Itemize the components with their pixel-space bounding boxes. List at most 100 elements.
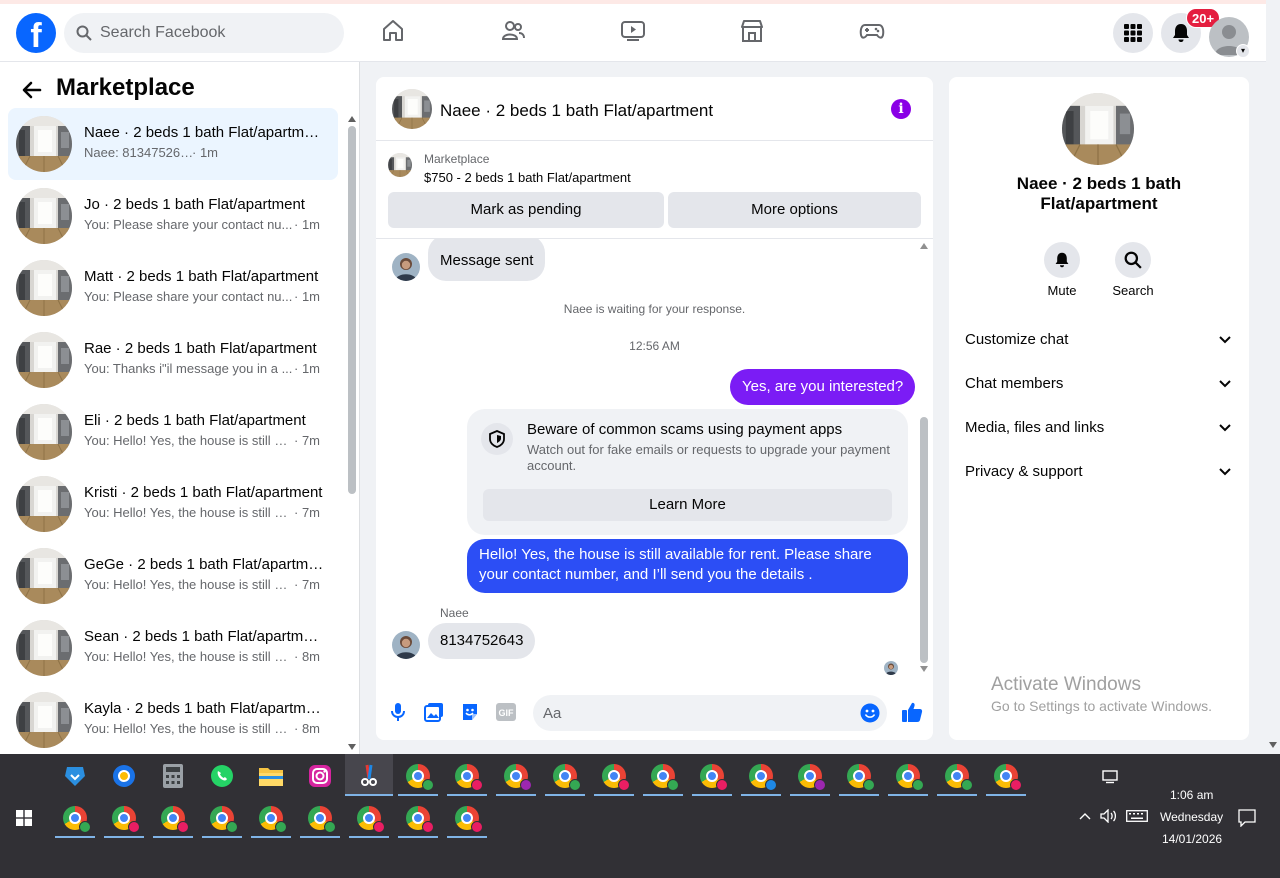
gif-icon[interactable]: GIF <box>496 702 516 722</box>
taskbar-app-calculator[interactable] <box>153 756 193 796</box>
volume-icon[interactable] <box>1100 809 1118 823</box>
microphone-icon[interactable] <box>388 702 408 722</box>
keyboard-icon[interactable] <box>1126 810 1148 822</box>
chrome-icon <box>406 806 434 833</box>
taskbar-app-viber[interactable] <box>55 756 95 796</box>
taskbar-app-chrome[interactable] <box>986 756 1026 796</box>
details-section-row[interactable]: Media, files and links <box>965 407 1235 447</box>
taskbar-app-chrome[interactable] <box>447 756 487 796</box>
taskbar-app-chrome[interactable] <box>202 798 242 838</box>
chrome-icon <box>700 764 728 791</box>
shield-icon <box>481 423 513 455</box>
chat-scroll-thumb[interactable] <box>920 417 928 663</box>
scroll-up-arrow[interactable] <box>348 116 356 122</box>
scroll-down-arrow[interactable] <box>920 666 928 672</box>
emoji-icon[interactable] <box>860 703 880 723</box>
info-icon[interactable]: i <box>891 99 911 119</box>
details-section-row[interactable]: Chat members <box>965 363 1235 403</box>
taskbar-app-chrome[interactable] <box>300 798 340 838</box>
taskbar-app-chrome[interactable] <box>104 798 144 838</box>
conversation-item[interactable]: Kayla · 2 beds 1 bath Flat/apartment You:… <box>8 684 338 754</box>
chrome-icon <box>798 764 826 791</box>
scroll-down-arrow[interactable] <box>348 744 356 750</box>
windows-start-icon[interactable] <box>16 810 32 826</box>
taskbar-clock-time[interactable]: 1:06 am <box>1170 788 1213 802</box>
message-bubble-incoming: Message sent <box>428 239 546 281</box>
details-section-row[interactable]: Privacy & support <box>965 451 1235 491</box>
scroll-down-arrow[interactable] <box>1269 742 1277 748</box>
chrome-icon <box>161 806 189 833</box>
back-arrow-icon[interactable] <box>20 78 44 102</box>
taskbar-app-chrome[interactable] <box>398 756 438 796</box>
chevron-up-icon[interactable] <box>1079 812 1091 820</box>
details-section-row[interactable]: Customize chat <box>965 319 1235 359</box>
network-icon[interactable] <box>1102 770 1118 784</box>
conversation-item[interactable]: GeGe · 2 beds 1 bath Flat/apartment You: … <box>8 540 338 612</box>
conversation-item[interactable]: Jo · 2 beds 1 bath Flat/apartment You: Pl… <box>8 180 338 252</box>
facebook-logo[interactable]: f <box>16 13 56 53</box>
taskbar-clock-day[interactable]: Wednesday <box>1160 810 1223 824</box>
taskbar-app-chrome[interactable] <box>55 798 95 838</box>
taskbar-app-chrome[interactable] <box>643 756 683 796</box>
contact-avatar[interactable] <box>392 631 420 659</box>
more-options-button[interactable]: More options <box>668 192 921 228</box>
taskbar-app-chrome[interactable] <box>251 798 291 838</box>
taskbar-app-chrome[interactable] <box>496 756 536 796</box>
taskbar-app-chrome[interactable] <box>790 756 830 796</box>
listing-photo[interactable] <box>1062 93 1134 165</box>
taskbar-app-file-explorer[interactable] <box>251 756 291 796</box>
conversation-item[interactable]: Matt · 2 beds 1 bath Flat/apartment You: … <box>8 252 338 324</box>
photo-icon[interactable] <box>424 702 444 722</box>
taskbar-app-chrome[interactable] <box>545 756 585 796</box>
friends-icon[interactable] <box>499 17 527 45</box>
taskbar-app-chrome[interactable] <box>398 798 438 838</box>
taskbar-app-chrome[interactable] <box>349 798 389 838</box>
conversation-name: Sean · 2 beds 1 bath Flat/apartment <box>84 628 324 645</box>
video-icon[interactable] <box>619 17 647 45</box>
mark-as-pending-button[interactable]: Mark as pending <box>388 192 664 228</box>
page-scrollbar[interactable] <box>1266 0 1280 754</box>
mute-button[interactable] <box>1044 242 1080 278</box>
chat-title[interactable]: Naee · 2 beds 1 bath Flat/apartment <box>440 101 713 121</box>
taskbar-app-snipping-tool[interactable] <box>345 754 393 796</box>
taskbar-app-chrome-beta[interactable] <box>104 756 144 796</box>
conversation-item[interactable]: Eli · 2 beds 1 bath Flat/apartment You: H… <box>8 396 338 468</box>
scroll-up-arrow[interactable] <box>920 243 928 249</box>
taskbar-clock-date[interactable]: 14/01/2026 <box>1162 832 1222 846</box>
conversation-item[interactable]: Kristi · 2 beds 1 bath Flat/apartment You… <box>8 468 338 540</box>
listing-small-thumbnail[interactable] <box>388 153 412 177</box>
conversation-preview: You: Please share your contact nu... <box>84 289 293 304</box>
search-input[interactable] <box>100 24 320 42</box>
chevron-down-icon[interactable]: ▾ <box>1236 44 1250 58</box>
conversation-item[interactable]: Sean · 2 beds 1 bath Flat/apartment You: … <box>8 612 338 684</box>
conversation-item[interactable]: Naee · 2 beds 1 bath Flat/apartment Naee:… <box>8 108 338 180</box>
like-thumb-icon[interactable] <box>900 700 924 724</box>
marketplace-icon[interactable] <box>738 17 766 45</box>
conversation-item[interactable]: Rae · 2 beds 1 bath Flat/apartment You: T… <box>8 324 338 396</box>
search-in-chat-button[interactable] <box>1115 242 1151 278</box>
sticker-icon[interactable] <box>460 702 480 722</box>
taskbar-app-chrome[interactable] <box>888 756 928 796</box>
message-input[interactable] <box>533 695 887 731</box>
menu-grid-button[interactable] <box>1113 13 1153 53</box>
read-receipt-avatar <box>884 661 898 675</box>
taskbar-app-chrome[interactable] <box>153 798 193 838</box>
taskbar-app-chrome[interactable] <box>937 756 977 796</box>
home-icon[interactable] <box>379 17 407 45</box>
gaming-icon[interactable] <box>858 17 886 45</box>
taskbar-app-chrome[interactable] <box>741 756 781 796</box>
learn-more-button[interactable]: Learn More <box>483 489 892 521</box>
taskbar-app-instagram[interactable] <box>300 756 340 796</box>
contact-avatar[interactable] <box>392 253 420 281</box>
conversation-thumbnail <box>16 476 72 532</box>
notification-center-icon[interactable] <box>1238 809 1256 827</box>
listing-thumbnail[interactable] <box>392 89 432 129</box>
search-box[interactable] <box>64 13 344 53</box>
listing-price[interactable]: $750 - 2 beds 1 bath Flat/apartment <box>424 170 631 185</box>
taskbar-app-whatsapp[interactable] <box>202 756 242 796</box>
taskbar-app-chrome[interactable] <box>594 756 634 796</box>
sidebar-scroll-thumb[interactable] <box>348 126 356 494</box>
taskbar-app-chrome[interactable] <box>447 798 487 838</box>
taskbar-app-chrome[interactable] <box>692 756 732 796</box>
taskbar-app-chrome[interactable] <box>839 756 879 796</box>
